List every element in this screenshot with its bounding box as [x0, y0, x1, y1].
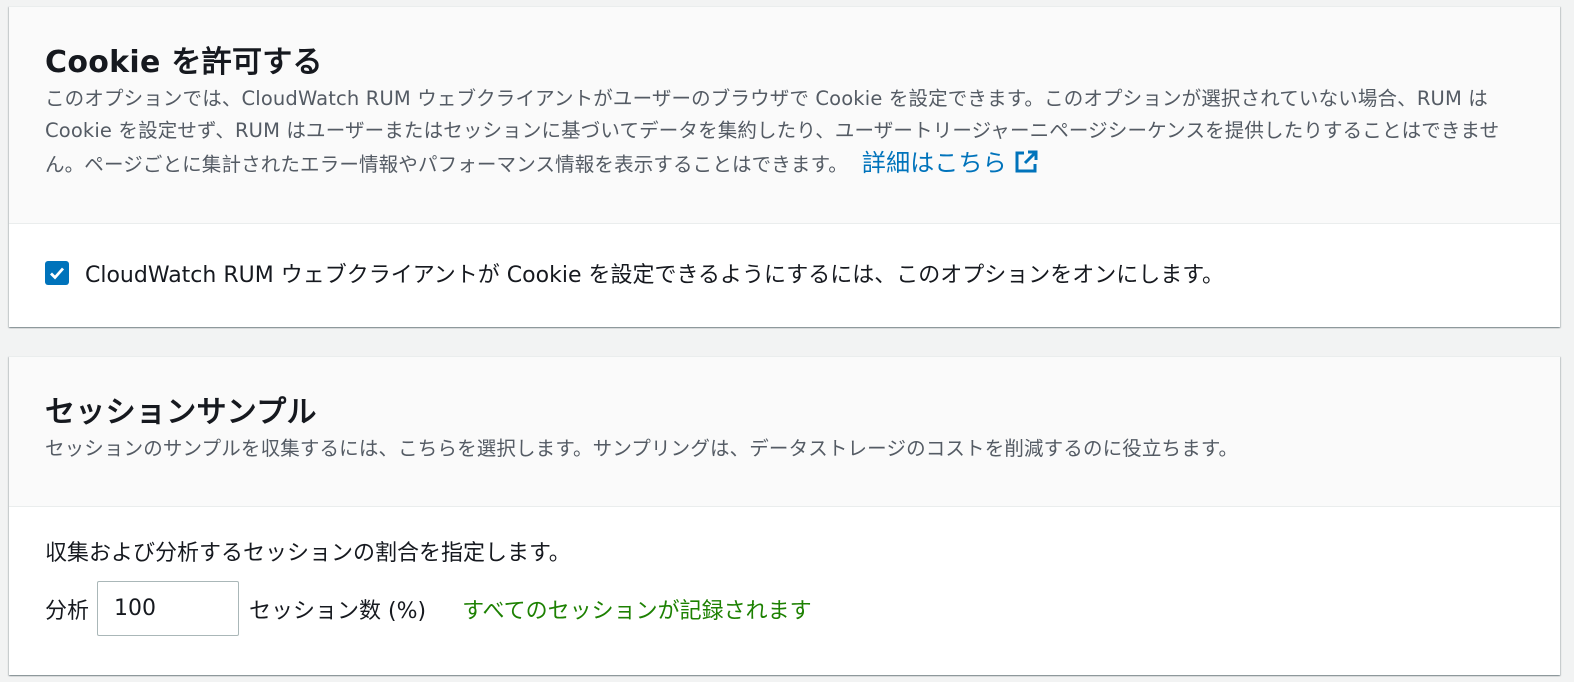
- external-link-icon: [1013, 149, 1039, 183]
- input-prefix-label: 分析: [45, 598, 90, 624]
- checkmark-icon: [50, 267, 65, 280]
- cookie-panel-body: CloudWatch RUM ウェブクライアントが Cookie を設定できるよ…: [9, 224, 1560, 289]
- session-panel-description: セッションのサンプルを収集するには、こちらを選択します。サンプリングは、データス…: [45, 437, 1239, 460]
- cookie-checkbox-label[interactable]: CloudWatch RUM ウェブクライアントが Cookie を設定できるよ…: [85, 257, 1224, 289]
- session-panel-body: 収集および分析するセッションの割合を指定します。 分析 セッション数 (%) す…: [9, 507, 1560, 636]
- input-suffix-label: セッション数 (%): [249, 598, 427, 624]
- session-panel-title: セッションサンプル: [45, 395, 317, 430]
- session-sample-panel: セッションサンプル セッションのサンプルを収集するには、こちらを選択します。サン…: [9, 356, 1560, 675]
- cookie-description-text: このオプションでは、CloudWatch RUM ウェブクライアントがユーザーの…: [45, 87, 1500, 176]
- learn-more-link[interactable]: 詳細はこちら: [862, 149, 1039, 177]
- session-status-text: すべてのセッションが記録されます: [462, 598, 812, 624]
- session-panel-header: セッションサンプル セッションのサンプルを収集するには、こちらを選択します。サン…: [9, 357, 1560, 507]
- cookie-panel-header: Cookie を許可する このオプションでは、CloudWatch RUM ウェ…: [9, 7, 1560, 224]
- session-percentage-input[interactable]: [97, 581, 240, 636]
- cookie-checkbox-row[interactable]: CloudWatch RUM ウェブクライアントが Cookie を設定できるよ…: [45, 257, 1524, 289]
- session-percentage-label: 収集および分析するセッションの割合を指定します。: [45, 541, 571, 566]
- cookie-checkbox[interactable]: [45, 261, 69, 285]
- cookie-panel: Cookie を許可する このオプションでは、CloudWatch RUM ウェ…: [9, 6, 1560, 327]
- cookie-panel-description: このオプションでは、CloudWatch RUM ウェブクライアントがユーザーの…: [45, 83, 1535, 183]
- learn-more-label: 詳細はこちら: [861, 149, 1007, 177]
- session-input-row: 分析 セッション数 (%) すべてのセッションが記録されます: [45, 581, 1524, 636]
- cookie-panel-title: Cookie を許可する: [45, 45, 323, 80]
